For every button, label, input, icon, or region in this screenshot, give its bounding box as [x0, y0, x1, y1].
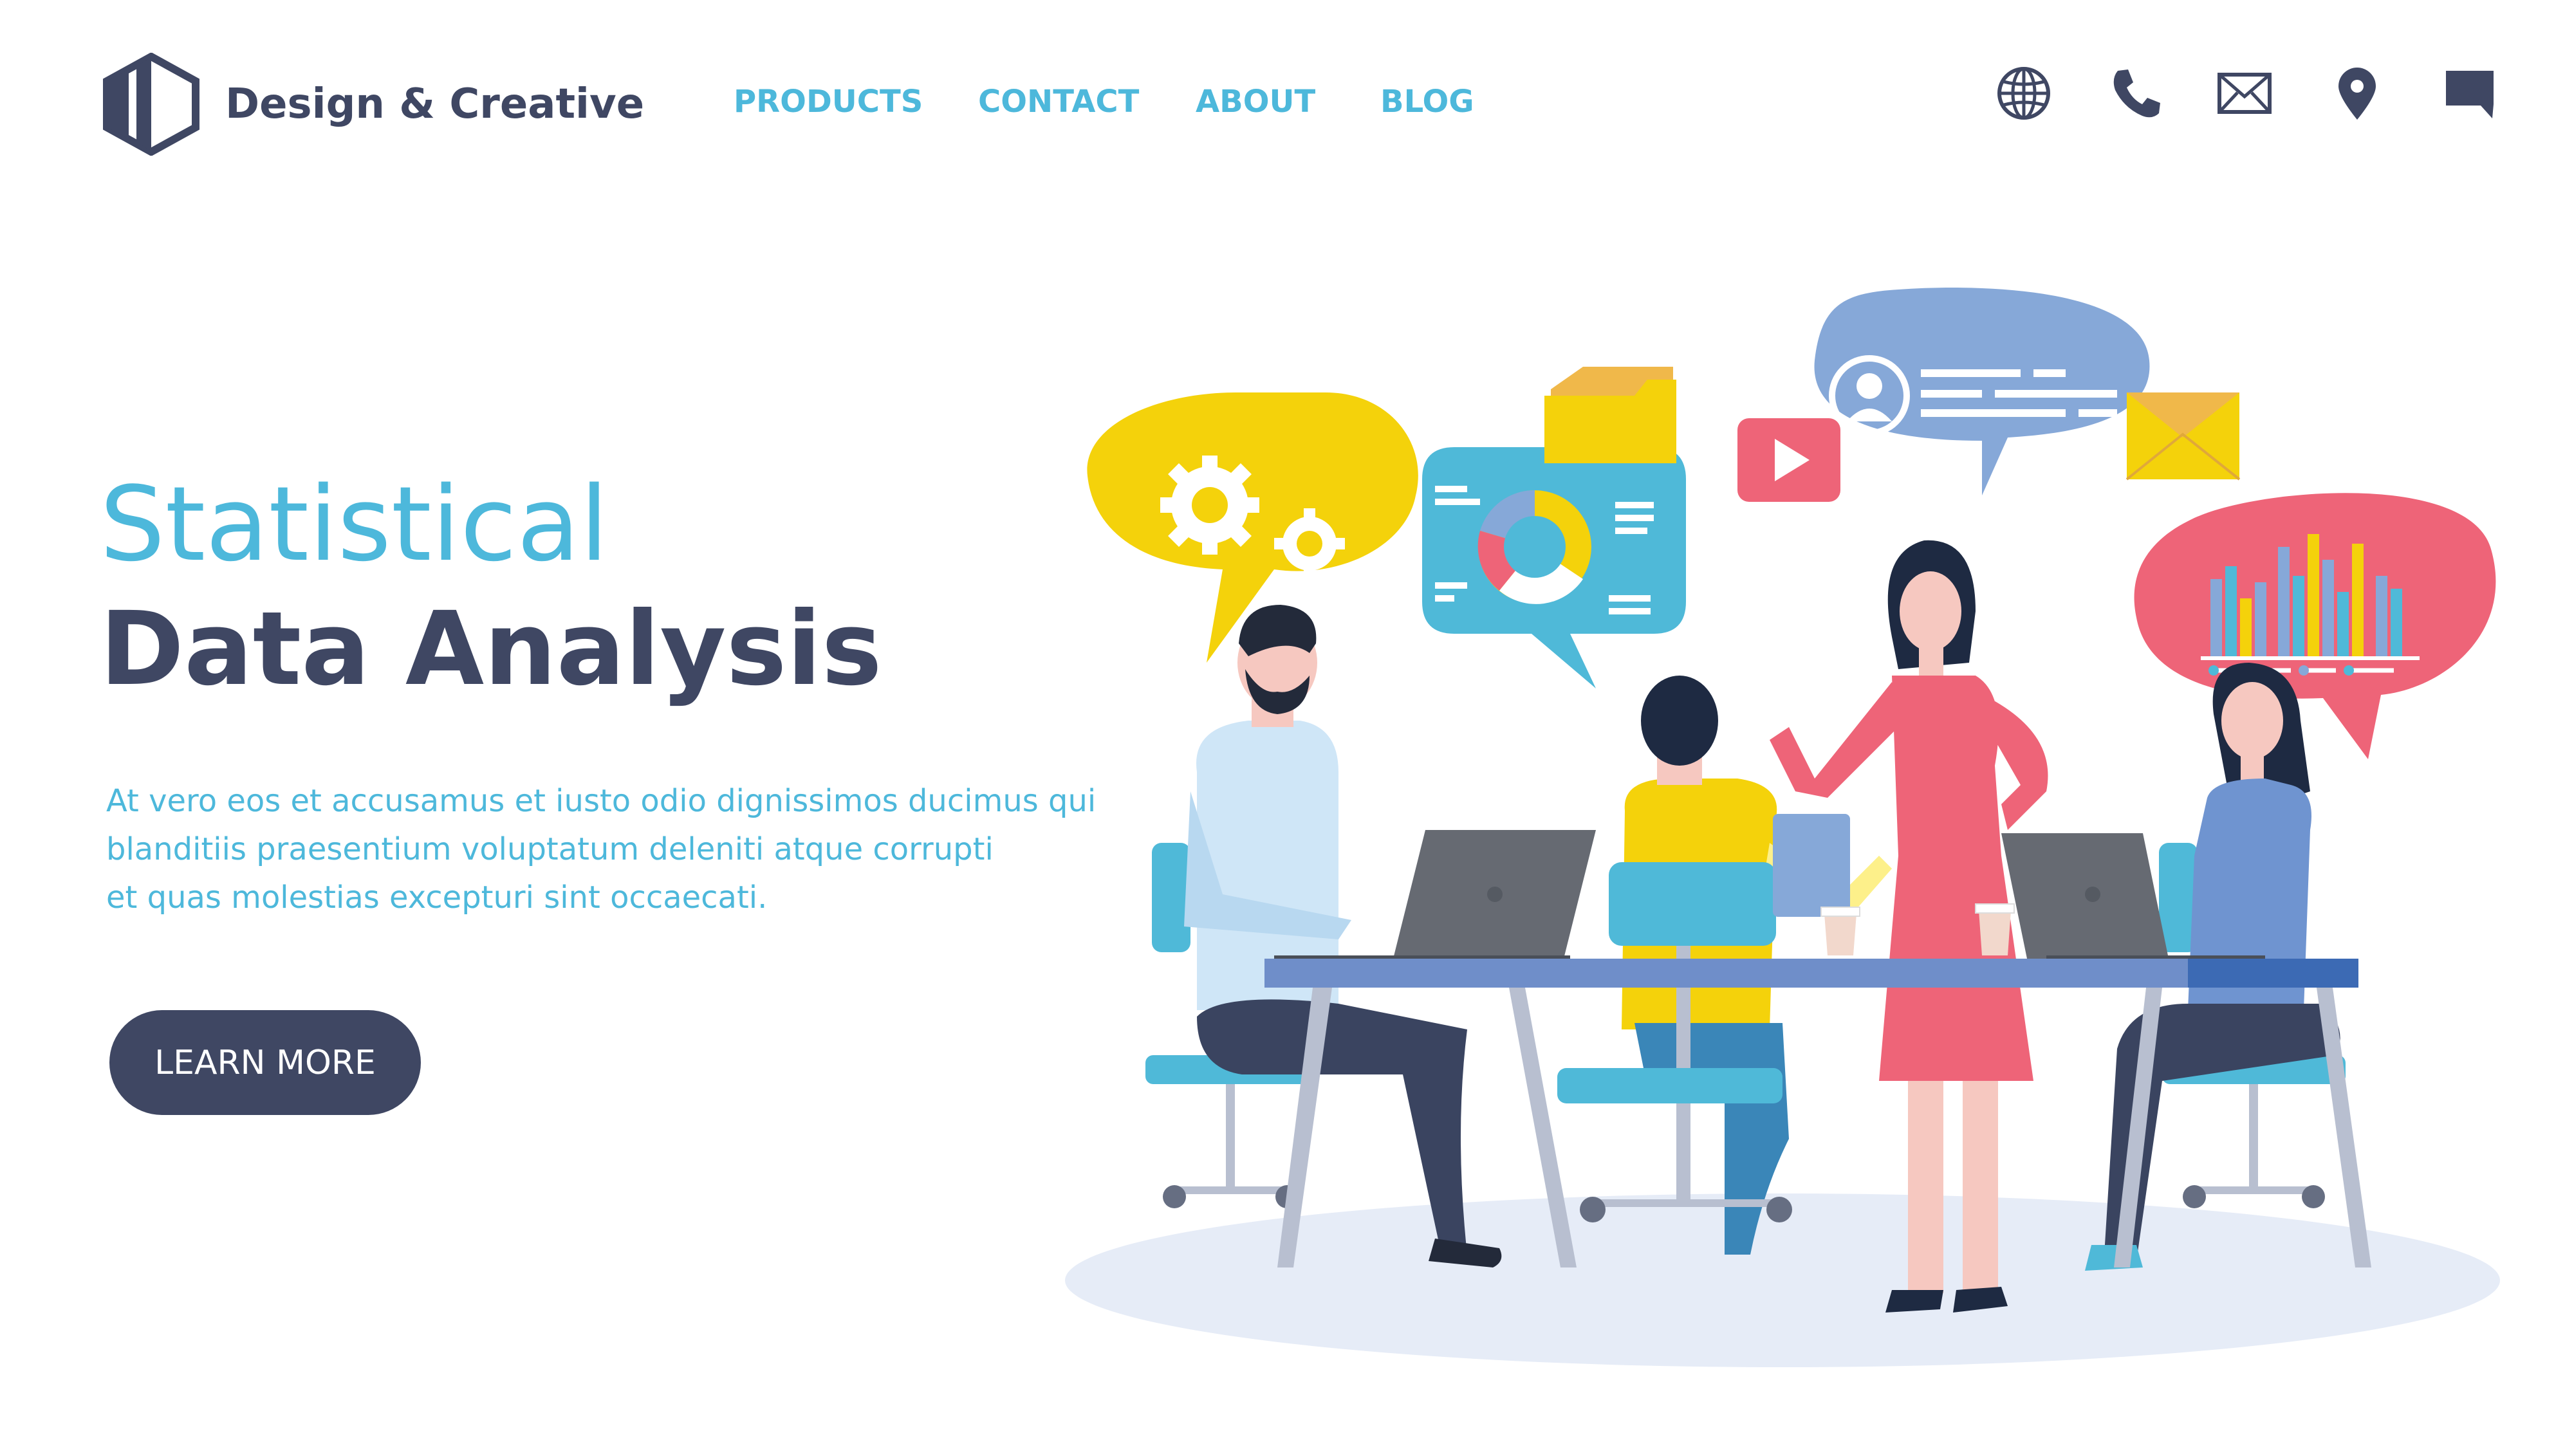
profile-speech-bubble	[1814, 288, 2150, 495]
hero-description-line: At vero eos et accusamus et iusto odio d…	[106, 783, 1097, 819]
globe-icon[interactable]	[1995, 64, 2053, 122]
gear-icon	[1160, 456, 1259, 555]
hero-description-line: et quas molestias excepturi sint occaeca…	[106, 880, 768, 916]
chat-icon[interactable]	[2441, 64, 2499, 122]
mail-icon[interactable]	[2216, 64, 2273, 122]
nav-about[interactable]: ABOUT	[1196, 84, 1315, 120]
team-meeting-illustration	[1065, 288, 2500, 1367]
nav-contact[interactable]: CONTACT	[978, 84, 1139, 120]
bar-chart-speech-bubble	[2134, 493, 2496, 759]
folder-icon	[1544, 367, 1676, 463]
learn-more-button[interactable]: LEARN MORE	[109, 1010, 421, 1115]
brand-logo[interactable]: Design & Creative	[103, 53, 644, 156]
hero-title-line2: Data Analysis	[100, 590, 882, 708]
brand-name: Design & Creative	[225, 80, 645, 128]
hero-title-line1: Statistical	[100, 464, 609, 584]
phone-icon[interactable]	[2107, 64, 2165, 122]
coffee-cup-icon	[1820, 907, 1860, 955]
pie-chart-speech-bubble	[1422, 447, 1686, 688]
hero-description-line: blanditiis praesentium voluptatum deleni…	[106, 831, 994, 867]
envelope-icon	[2125, 392, 2241, 481]
hero-description: At vero eos et accusamus et iusto odio d…	[106, 777, 1097, 922]
play-video-icon	[1737, 418, 1840, 502]
hexagon-logo-icon	[103, 53, 199, 156]
nav-products[interactable]: PRODUCTS	[734, 84, 923, 120]
location-pin-icon[interactable]	[2328, 64, 2386, 122]
nav-blog[interactable]: BLOG	[1380, 84, 1474, 120]
monitor	[1773, 814, 1850, 917]
